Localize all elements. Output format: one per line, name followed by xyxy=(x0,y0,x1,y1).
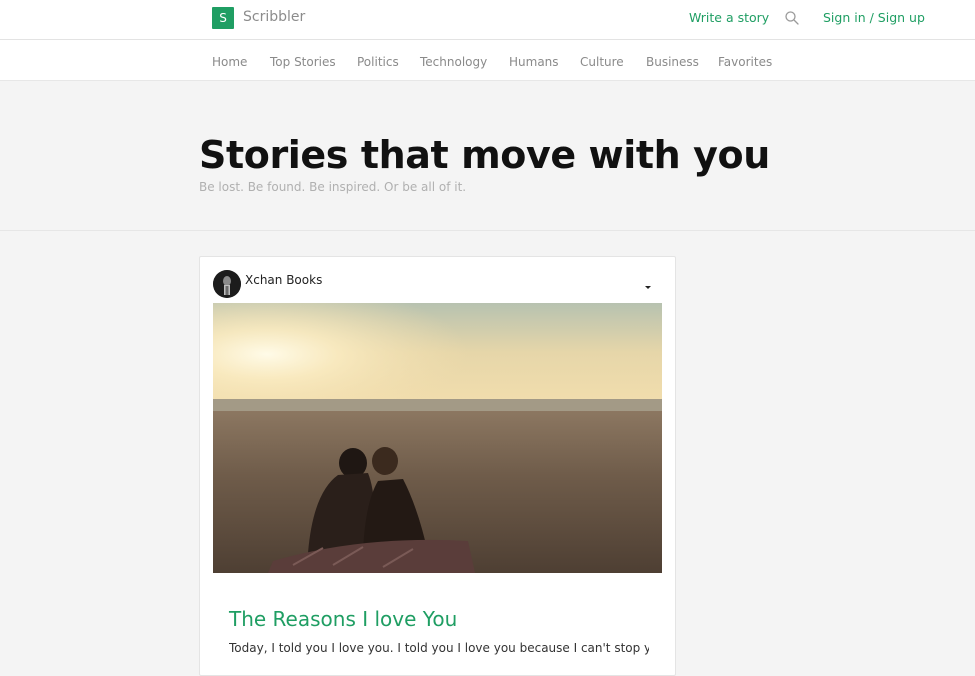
author-avatar[interactable] xyxy=(213,270,241,298)
author-name[interactable]: Xchan Books xyxy=(245,273,322,287)
page-subtitle: Be lost. Be found. Be inspired. Or be al… xyxy=(199,180,467,194)
logo-icon[interactable]: S xyxy=(212,7,234,29)
nav-item-humans[interactable]: Humans xyxy=(509,55,559,69)
story-excerpt: Today, I told you I love you. I told you… xyxy=(229,641,649,655)
nav-item-home[interactable]: Home xyxy=(212,55,247,69)
nav-item-business[interactable]: Business xyxy=(646,55,699,69)
brand-name[interactable]: Scribbler xyxy=(243,9,305,25)
category-nav: Home Top Stories Politics Technology Hum… xyxy=(0,40,975,81)
search-icon[interactable] xyxy=(784,10,800,26)
nav-item-politics[interactable]: Politics xyxy=(357,55,399,69)
caret-down-icon[interactable] xyxy=(643,277,653,289)
nav-item-culture[interactable]: Culture xyxy=(580,55,624,69)
signin-signup-link[interactable]: Sign in / Sign up xyxy=(823,10,925,25)
nav-item-favorites[interactable]: Favorites xyxy=(718,55,772,69)
story-cover-image[interactable] xyxy=(213,303,662,573)
page-title: Stories that move with you xyxy=(199,133,770,177)
story-card: Xchan Books The Reasons I love You Today… xyxy=(199,256,676,676)
nav-item-top-stories[interactable]: Top Stories xyxy=(270,55,336,69)
top-header: S Scribbler Write a story Sign in / Sign… xyxy=(0,0,975,40)
story-title[interactable]: The Reasons I love You xyxy=(229,607,457,631)
hero-banner: Stories that move with you Be lost. Be f… xyxy=(0,81,975,231)
write-story-link[interactable]: Write a story xyxy=(689,10,769,25)
nav-item-technology[interactable]: Technology xyxy=(420,55,487,69)
